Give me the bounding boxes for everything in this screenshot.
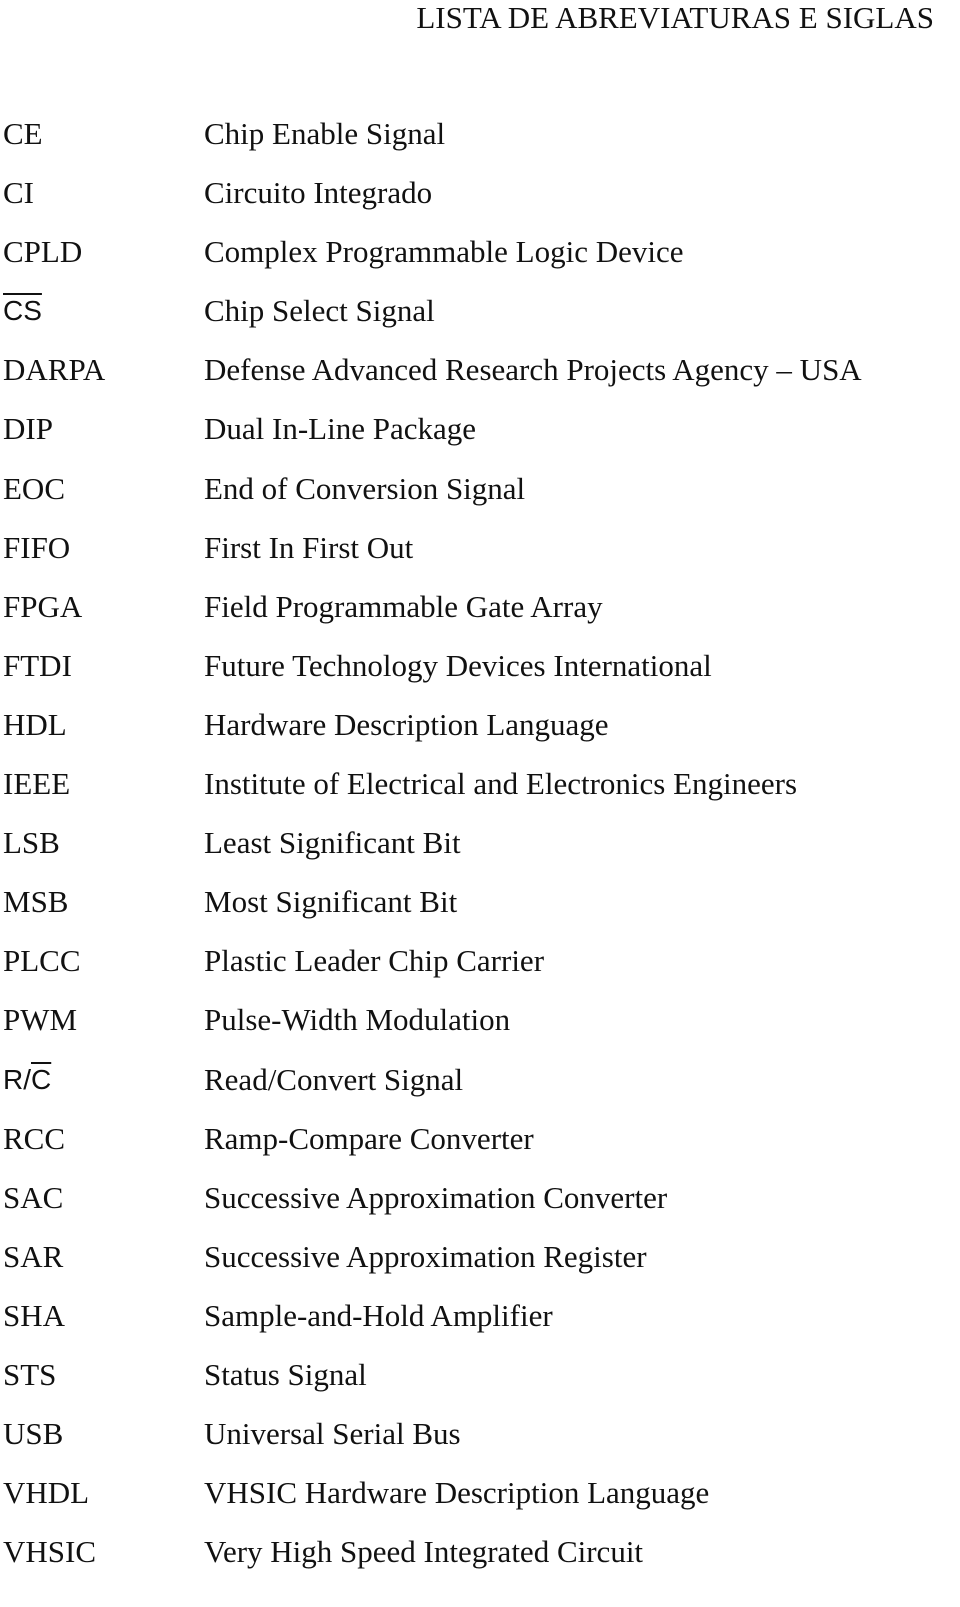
list-item: CI Circuito Integrado	[0, 169, 960, 228]
list-item: SAC Successive Approximation Converter	[0, 1174, 960, 1233]
list-item: CE Chip Enable Signal	[0, 110, 960, 169]
definition: Circuito Integrado	[204, 175, 433, 211]
abbreviation: VHDL	[3, 1475, 90, 1511]
abbreviation: IEEE	[3, 766, 71, 802]
list-item: FIFO First In First Out	[0, 524, 960, 583]
list-item: SHA Sample-and-Hold Amplifier	[0, 1292, 960, 1351]
definition: Universal Serial Bus	[204, 1416, 461, 1452]
list-item: PLCC Plastic Leader Chip Carrier	[0, 937, 960, 996]
abbreviation: R/C	[3, 1056, 51, 1104]
definition: Dual In-Line Package	[204, 411, 476, 447]
list-item: RCC Ramp-Compare Converter	[0, 1115, 960, 1174]
overlined-text: CS	[3, 295, 42, 327]
definition: VHSIC Hardware Description Language	[204, 1475, 710, 1511]
definition: Future Technology Devices International	[204, 647, 712, 683]
list-item: VHDL VHSIC Hardware Description Language	[0, 1469, 960, 1528]
definition: Plastic Leader Chip Carrier	[204, 943, 545, 979]
abbreviation: CPLD	[3, 234, 83, 270]
definition: First In First Out	[204, 529, 414, 565]
overlined-text: C	[31, 1063, 52, 1095]
definition: Defense Advanced Research Projects Agenc…	[204, 352, 862, 388]
abbreviation: PWM	[3, 1002, 78, 1038]
list-item: EOC End of Conversion Signal	[0, 465, 960, 524]
list-item: DIP Dual In-Line Package	[0, 405, 960, 464]
abbreviation-prefix: R/	[3, 1063, 31, 1095]
abbreviation: SAC	[3, 1179, 64, 1215]
list-item: FPGA Field Programmable Gate Array	[0, 583, 960, 642]
list-item: PWM Pulse-Width Modulation	[0, 996, 960, 1055]
abbreviation: CI	[3, 175, 34, 211]
list-item: CPLD Complex Programmable Logic Device	[0, 228, 960, 287]
definition: Successive Approximation Register	[204, 1238, 647, 1274]
definition: Complex Programmable Logic Device	[204, 234, 684, 270]
definition: Sample-and-Hold Amplifier	[204, 1297, 553, 1333]
abbreviation: PLCC	[3, 943, 81, 979]
list-item: DARPA Defense Advanced Research Projects…	[0, 346, 960, 405]
definition: Field Programmable Gate Array	[204, 588, 603, 624]
page-title: LISTA DE ABREVIATURAS E SIGLAS	[416, 0, 934, 35]
definition: Chip Enable Signal	[204, 116, 446, 151]
definition: Very High Speed Integrated Circuit	[204, 1534, 644, 1570]
abbreviation: SAR	[3, 1238, 64, 1274]
list-item: HDL Hardware Description Language	[0, 701, 960, 760]
definition: Institute of Electrical and Electronics …	[204, 766, 798, 802]
list-item: USB Universal Serial Bus	[0, 1410, 960, 1469]
definition: End of Conversion Signal	[204, 470, 526, 506]
definition: Successive Approximation Converter	[204, 1179, 668, 1215]
abbreviation: RCC	[3, 1120, 66, 1156]
list-item: IEEE Institute of Electrical and Electro…	[0, 760, 960, 819]
list-item: STS Status Signal	[0, 1351, 960, 1410]
abbreviation: FPGA	[3, 588, 83, 624]
abbreviation: FIFO	[3, 529, 71, 565]
list-item: VHSIC Very High Speed Integrated Circuit	[0, 1528, 960, 1587]
list-item: SAR Successive Approximation Register	[0, 1233, 960, 1292]
list-item: FTDI Future Technology Devices Internati…	[0, 642, 960, 701]
list-item: R/C Read/Convert Signal	[0, 1056, 960, 1115]
abbreviation: HDL	[3, 706, 67, 742]
list-item: MSB Most Significant Bit	[0, 878, 960, 937]
abbreviation-list: CE Chip Enable Signal CI Circuito Integr…	[0, 110, 960, 1587]
abbreviation: EOC	[3, 470, 65, 506]
abbreviation: MSB	[3, 884, 69, 920]
abbreviation: SHA	[3, 1297, 66, 1333]
list-item: LSB Least Significant Bit	[0, 819, 960, 878]
definition: Read/Convert Signal	[204, 1061, 464, 1097]
definition: Pulse-Width Modulation	[204, 1002, 511, 1038]
definition: Ramp-Compare Converter	[204, 1120, 534, 1156]
definition: Hardware Description Language	[204, 706, 609, 742]
definition: Least Significant Bit	[204, 825, 461, 861]
abbreviation: FTDI	[3, 647, 72, 683]
abbreviation: LSB	[3, 825, 60, 861]
definition: Status Signal	[204, 1356, 367, 1392]
abbreviation: DIP	[3, 411, 53, 447]
abbreviation: VHSIC	[3, 1534, 97, 1570]
definition: Chip Select Signal	[204, 293, 435, 329]
definition: Most Significant Bit	[204, 884, 458, 920]
abbreviation: STS	[3, 1356, 57, 1392]
abbreviation: CE	[3, 116, 43, 151]
list-item: CS Chip Select Signal	[0, 287, 960, 346]
abbreviation: DARPA	[3, 352, 106, 388]
abbreviation: CS	[3, 287, 42, 335]
abbreviation: USB	[3, 1416, 64, 1452]
